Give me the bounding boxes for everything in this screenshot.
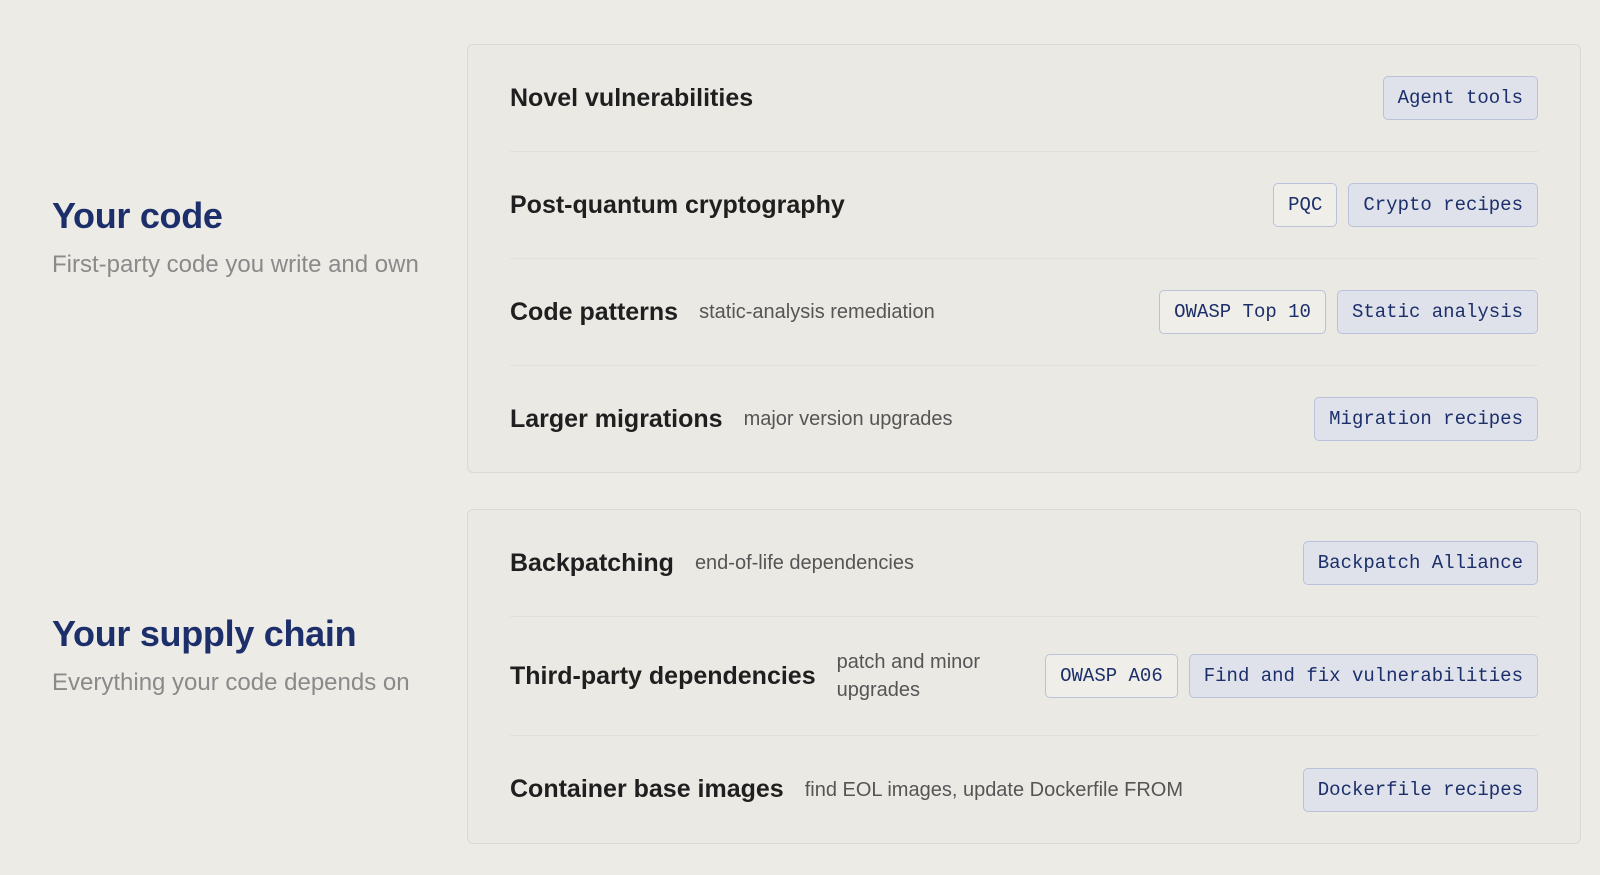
row-title: Code patterns (510, 297, 679, 326)
section-title: Your code (52, 195, 223, 236)
row-third-party-dependencies: Third-party dependencies patch and minor… (510, 617, 1538, 736)
row-description: find EOL images, update Dockerfile FROM (804, 778, 1184, 801)
tag-agent-tools[interactable]: Agent tools (1382, 76, 1538, 120)
tag-backpatch-alliance[interactable]: Backpatch Alliance (1302, 541, 1538, 585)
tag-pqc[interactable]: PQC (1273, 183, 1338, 227)
section-label-your-supply-chain: Your supply chain Everything your code d… (52, 612, 422, 702)
row-description: patch and minor upgrades (836, 651, 981, 701)
section-subtitle: First-party code you write and own (52, 251, 419, 278)
row-title: Larger migrations (510, 404, 723, 433)
tag-static-analysis[interactable]: Static analysis (1336, 290, 1538, 334)
row-larger-migrations: Larger migrations major version upgrades… (510, 366, 1538, 472)
card-your-code: Novel vulnerabilities Agent tools Post-q… (467, 44, 1581, 473)
row-title: Container base images (510, 775, 784, 803)
tag-owasp-a06[interactable]: OWASP A06 (1045, 654, 1178, 698)
row-title: Third-party dependencies (510, 661, 816, 690)
row-title: Novel vulnerabilities (510, 83, 754, 112)
section-label-your-code: Your code First-party code you write and… (52, 194, 422, 284)
tag-owasp-top-10[interactable]: OWASP Top 10 (1159, 290, 1326, 334)
section-title: Your supply chain (52, 613, 357, 654)
row-backpatching: Backpatching end-of-life dependencies Ba… (510, 510, 1538, 617)
tag-crypto-recipes[interactable]: Crypto recipes (1348, 183, 1538, 227)
tag-dockerfile-recipes[interactable]: Dockerfile recipes (1302, 767, 1538, 812)
page: Your code First-party code you write and… (0, 0, 1600, 875)
row-title: Backpatching (510, 548, 674, 577)
card-your-supply-chain: Backpatching end-of-life dependencies Ba… (467, 509, 1581, 844)
row-code-patterns: Code patterns static-analysis remediatio… (510, 259, 1538, 366)
section-subtitle: Everything your code depends on (52, 669, 410, 696)
row-post-quantum-cryptography: Post-quantum cryptography PQC Crypto rec… (510, 152, 1538, 259)
tag-migration-recipes[interactable]: Migration recipes (1314, 397, 1538, 441)
row-description: static-analysis remediation (699, 301, 935, 323)
row-novel-vulnerabilities: Novel vulnerabilities Agent tools (510, 45, 1538, 152)
row-description: end-of-life dependencies (694, 552, 914, 574)
row-title: Post-quantum cryptography (510, 190, 845, 219)
row-container-base-images: Container base images find EOL images, u… (510, 736, 1538, 843)
tag-find-and-fix-vulnerabilities[interactable]: Find and fix vulnerabilities (1188, 654, 1538, 698)
row-description: major version upgrades (743, 408, 953, 430)
